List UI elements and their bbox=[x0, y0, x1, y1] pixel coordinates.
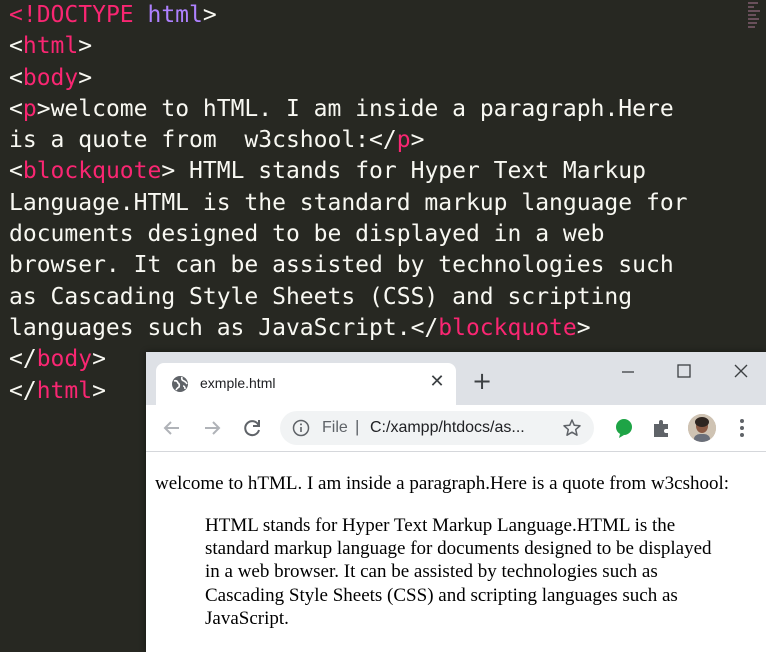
code-token: p bbox=[396, 127, 411, 154]
green-extension-icon[interactable] bbox=[612, 416, 636, 440]
separator: | bbox=[355, 417, 360, 436]
code-token: >welcome to hTML. I am inside a paragrap… bbox=[36, 95, 674, 122]
code-line[interactable]: <body> bbox=[9, 63, 688, 94]
browser-tab[interactable]: exmple.html ✕ bbox=[156, 363, 456, 405]
maximize-icon[interactable] bbox=[664, 358, 704, 386]
puzzle-extension-icon[interactable] bbox=[650, 416, 674, 440]
code-token: <! bbox=[9, 2, 37, 28]
code-line[interactable]: languages such as JavaScript.</blockquot… bbox=[9, 313, 688, 344]
code-token: > bbox=[576, 314, 591, 341]
window-close-icon[interactable] bbox=[721, 358, 761, 386]
code-token: < bbox=[9, 33, 23, 60]
code-token: > bbox=[78, 33, 93, 60]
code-token: > bbox=[92, 346, 106, 373]
code-token: > bbox=[410, 127, 425, 154]
reload-icon[interactable] bbox=[240, 416, 264, 440]
code-token: html bbox=[22, 33, 79, 60]
code-token: blockquote bbox=[438, 314, 577, 341]
forward-arrow-icon[interactable] bbox=[200, 416, 224, 440]
code-token: languages such as JavaScript.</ bbox=[9, 314, 439, 341]
scheme-label: File bbox=[322, 419, 348, 436]
code-token: DOCTYPE bbox=[36, 2, 134, 28]
browser-toolbar: File | C:/xampp/htdocs/as... bbox=[146, 405, 766, 452]
browser-window: exmple.html ✕ + File | C:/xampp/htdocs/a… bbox=[146, 352, 766, 652]
page-viewport: welcome to hTML. I am inside a paragraph… bbox=[146, 452, 766, 652]
code-line[interactable]: <blockquote> HTML stands for Hyper Text … bbox=[9, 156, 688, 187]
title-bar[interactable]: exmple.html ✕ + bbox=[146, 352, 766, 405]
url-text[interactable]: C:/xampp/htdocs/as... bbox=[370, 419, 550, 437]
code-token: > bbox=[78, 64, 93, 91]
code-line[interactable]: <html> bbox=[9, 31, 688, 62]
code-line[interactable]: Language.HTML is the standard markup lan… bbox=[9, 188, 688, 219]
code-token: p bbox=[22, 95, 37, 122]
code-area[interactable]: <!DOCTYPE html> <html> <body> <p>welcome to… bbox=[9, 0, 688, 407]
code-token: body bbox=[36, 346, 93, 373]
code-token: Language.HTML is the standard markup lan… bbox=[9, 189, 688, 216]
address-bar[interactable]: File | C:/xampp/htdocs/as... bbox=[280, 411, 594, 445]
back-arrow-icon[interactable] bbox=[160, 416, 184, 440]
kebab-menu-icon[interactable] bbox=[732, 416, 752, 440]
code-line[interactable]: <p>welcome to hTML. I am inside a paragr… bbox=[9, 94, 688, 125]
code-token: is a quote from w3cshool:</ bbox=[9, 127, 397, 154]
code-token: < bbox=[9, 95, 23, 122]
code-token: < bbox=[9, 64, 23, 91]
profile-avatar[interactable] bbox=[688, 414, 716, 442]
code-line[interactable]: is a quote from w3cshool:</p> bbox=[9, 125, 688, 156]
code-line[interactable]: as Cascading Style Sheets (CSS) and scri… bbox=[9, 282, 688, 313]
close-icon[interactable]: ✕ bbox=[426, 371, 448, 393]
code-token: > bbox=[202, 2, 217, 28]
code-token: as Cascading Style Sheets (CSS) and scri… bbox=[9, 283, 633, 310]
globe-icon bbox=[172, 376, 188, 392]
minimap[interactable] bbox=[748, 2, 762, 32]
code-token: blockquote bbox=[22, 158, 162, 185]
avatar-image bbox=[688, 414, 716, 442]
code-line[interactable]: <!DOCTYPE html> bbox=[9, 0, 688, 31]
code-token: </ bbox=[9, 346, 37, 373]
page-paragraph: welcome to hTML. I am inside a paragraph… bbox=[155, 473, 730, 494]
code-token: > bbox=[92, 377, 106, 404]
code-line[interactable]: documents designed to be displayed in a … bbox=[9, 219, 688, 250]
code-line[interactable]: browser. It can be assisted by technolog… bbox=[9, 250, 688, 281]
star-icon[interactable] bbox=[562, 418, 582, 438]
code-token: body bbox=[22, 64, 79, 91]
page-blockquote: HTML stands for Hyper Text Markup Langua… bbox=[205, 515, 712, 629]
minimize-icon[interactable] bbox=[608, 358, 648, 386]
code-token: browser. It can be assisted by technolog… bbox=[9, 252, 674, 279]
code-token: </ bbox=[9, 377, 37, 404]
code-token: documents designed to be displayed in a … bbox=[9, 221, 605, 248]
plus-icon[interactable]: + bbox=[470, 369, 494, 394]
code-token: < bbox=[9, 158, 23, 185]
code-token: html bbox=[36, 377, 93, 404]
info-icon[interactable] bbox=[292, 419, 310, 437]
code-token: > HTML stands for Hyper Text Markup bbox=[161, 158, 646, 185]
tab-title: exmple.html bbox=[200, 375, 276, 391]
code-token: html bbox=[133, 2, 203, 28]
